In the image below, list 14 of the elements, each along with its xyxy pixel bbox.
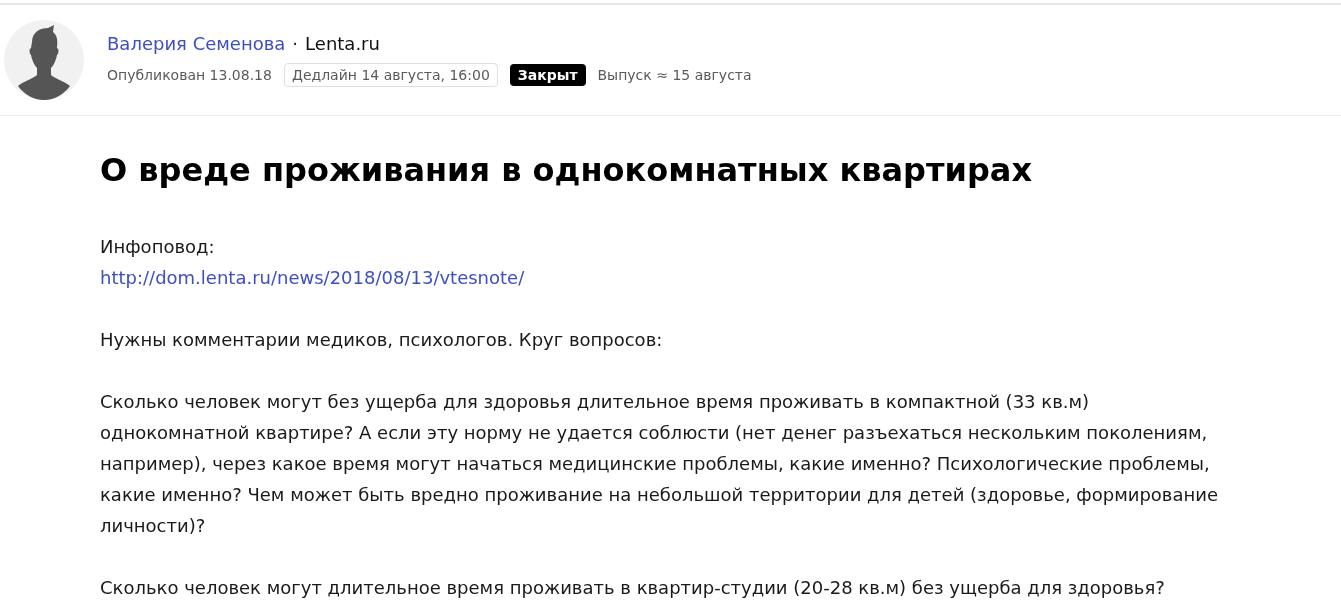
avatar-silhouette-icon (4, 20, 84, 100)
body-text: Инфоповод: (100, 235, 216, 259)
published-date: Опубликован 13.08.18 (107, 67, 272, 83)
author-name-link[interactable]: Валерия Семенова (107, 33, 286, 54)
separator-text: · (292, 33, 299, 54)
body-text: Сколько человек могут длительное время проживать в квартир-студии (20-28 кв.м) без ущерба для здоровья? (100, 576, 1166, 600)
release-date: Выпуск ≈ 15 августа (597, 67, 752, 83)
body-text: Сколько человек могут без ущерба для здоровья длительное время проживать в компактной (33 кв.м) однокомнатной квартире? А если эту норму не удается соблюсти (нет денег разъехаться нескольким поколениям, например), через какое время могут начаться медицинские проблемы, какие именно? Психологические проблемы, какие именно? Чем может быть вредно проживание на небольшой территории для детей (здоровье, формирование личности)? (100, 390, 1220, 538)
status-badge: Закрыт (509, 64, 586, 86)
article-title: О вреде проживания в однокомнатных квартирах (100, 150, 1034, 190)
body-text: Нужны комментарии медиков, психологов. Круг вопросов: (100, 328, 664, 352)
article-link[interactable]: http://dom.lenta.ru/news/2018/08/13/vtesnote/ (100, 262, 525, 293)
outlet-name: Lenta.ru (305, 33, 380, 54)
deadline-tag: Дедлайн 14 августа, 16:00 (283, 63, 498, 87)
